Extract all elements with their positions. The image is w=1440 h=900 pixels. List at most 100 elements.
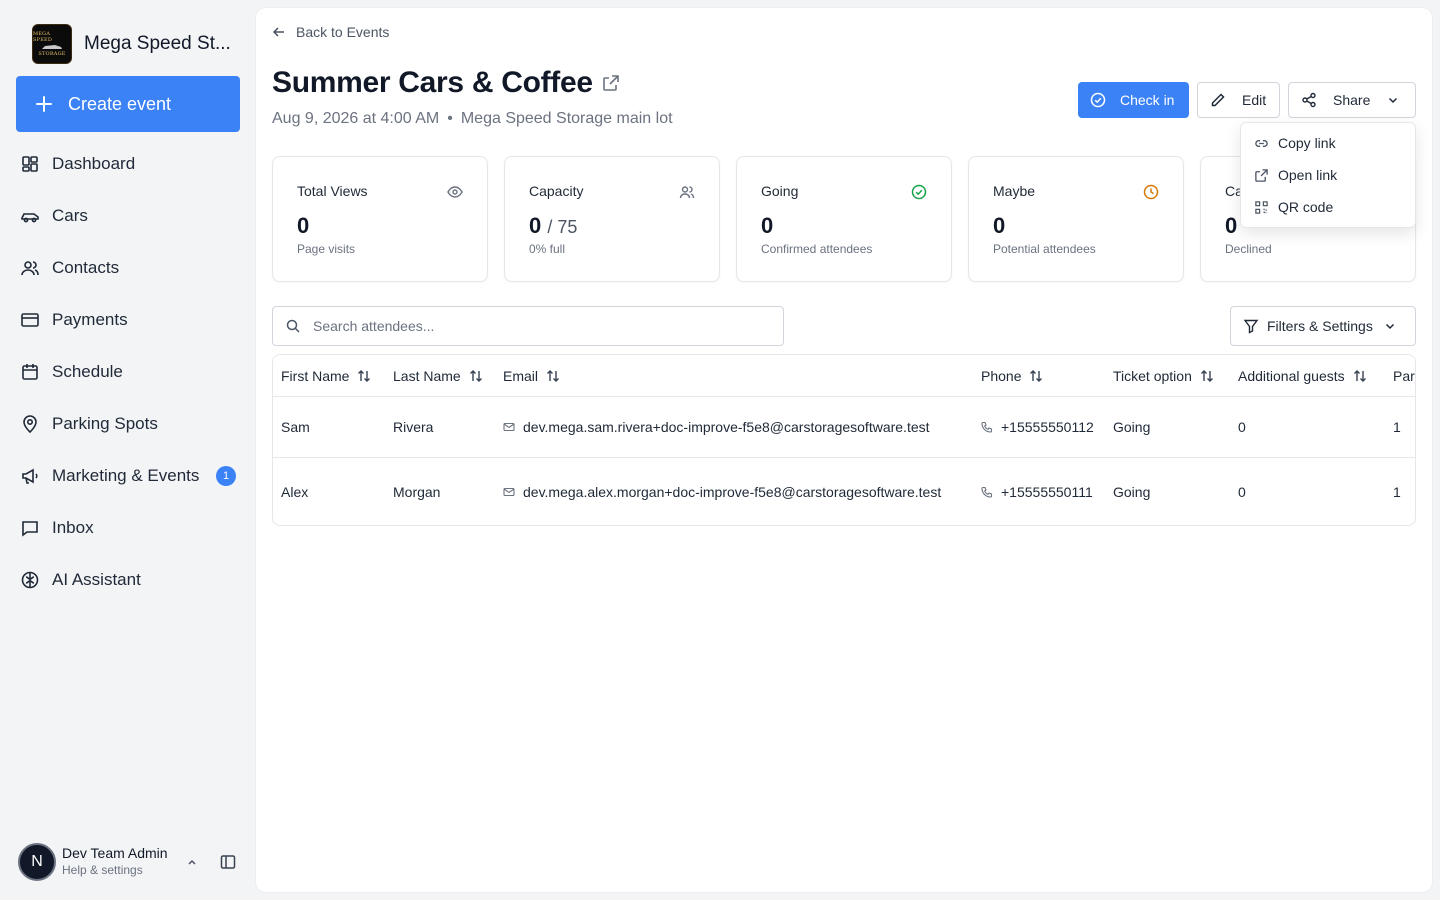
menu-item-open-link[interactable]: Open link: [1241, 159, 1415, 191]
chevron-down-icon: [1389, 97, 1398, 104]
main-content: Back to Events Summer Cars & Coffee Aug …: [256, 8, 1432, 892]
sidebar-item-schedule[interactable]: Schedule: [16, 346, 240, 398]
cell-email: dev.mega.alex.morgan+doc-improve-f5e8@ca…: [503, 458, 941, 525]
table-row[interactable]: Sam Rivera dev.mega.sam.rivera+doc-impro…: [273, 397, 1415, 458]
sidebar-item-parking-spots[interactable]: Parking Spots: [16, 398, 240, 450]
sidebar: MEGA SPEED STORAGE Mega Speed St... Crea…: [0, 0, 256, 900]
sidebar-toggle-icon[interactable]: [220, 854, 236, 870]
stat-label: Maybe: [993, 183, 1036, 199]
brand-logo: MEGA SPEED STORAGE: [32, 24, 72, 64]
notification-badge: 1: [216, 466, 236, 486]
sidebar-item-payments[interactable]: Payments: [16, 294, 240, 346]
external-link-icon[interactable]: [601, 73, 621, 93]
column-header-ticket-option[interactable]: Ticket option: [1113, 355, 1214, 396]
sidebar-item-label: Marketing & Events: [52, 466, 200, 485]
menu-item-qr-code[interactable]: QR code: [1241, 191, 1415, 223]
sort-icon: [469, 369, 482, 382]
sidebar-item-dashboard[interactable]: Dashboard: [16, 138, 240, 190]
search-icon: [286, 319, 300, 333]
user-menu[interactable]: N Dev Team Admin Help & settings: [18, 842, 240, 882]
cell-additional-guests: 0: [1238, 484, 1246, 500]
brand[interactable]: MEGA SPEED STORAGE Mega Speed St...: [32, 24, 231, 64]
table-row[interactable]: Alex Morgan dev.mega.alex.morgan+doc-imp…: [273, 458, 1415, 525]
phone-value[interactable]: +15555550112: [1001, 419, 1094, 435]
check-in-label: Check in: [1120, 92, 1175, 108]
email-value[interactable]: dev.mega.alex.morgan+doc-improve-f5e8@ca…: [523, 484, 941, 500]
stat-card-maybe: Maybe 0 Potential attendees: [968, 156, 1184, 282]
external-link-icon: [1255, 168, 1268, 182]
share-label: Share: [1333, 92, 1371, 108]
clock-icon: [1143, 184, 1159, 200]
column-label: Ticket option: [1113, 367, 1192, 384]
back-to-events-link[interactable]: Back to Events: [272, 24, 389, 40]
stat-card-going: Going 0 Confirmed attendees: [736, 156, 952, 282]
create-event-button[interactable]: Create event: [16, 76, 240, 132]
edit-button[interactable]: Edit: [1197, 82, 1280, 118]
link-icon: [1255, 139, 1268, 147]
logo-car-icon: [42, 45, 62, 49]
share-icon: [1302, 92, 1316, 108]
megaphone-icon: [22, 468, 38, 484]
column-header-email[interactable]: Email: [503, 355, 560, 396]
page-title-row: Summer Cars & Coffee: [272, 66, 621, 100]
stat-card-capacity: Capacity 0 / 75 0% full: [504, 156, 720, 282]
sidebar-item-inbox[interactable]: Inbox: [16, 502, 240, 554]
menu-item-label: Copy link: [1278, 135, 1336, 151]
column-label: Last Name: [393, 367, 461, 384]
search-input[interactable]: [313, 318, 753, 334]
cell-last-name: Rivera: [393, 419, 434, 435]
column-header-party[interactable]: Par: [1393, 355, 1415, 396]
plus-icon: [36, 96, 52, 112]
create-event-label: Create event: [68, 93, 172, 114]
sort-icon: [1030, 369, 1043, 382]
eye-icon: [447, 186, 463, 198]
cell-ticket-option: Going: [1113, 419, 1151, 435]
search-box: [272, 306, 784, 346]
stat-value: 0 / 75: [529, 213, 577, 239]
user-subtitle: Help & settings: [62, 863, 143, 877]
email-value[interactable]: dev.mega.sam.rivera+doc-improve-f5e8@car…: [523, 419, 930, 435]
column-header-additional-guests[interactable]: Additional guests: [1238, 355, 1367, 396]
credit-card-icon: [21, 313, 39, 327]
column-header-last-name[interactable]: Last Name: [393, 355, 483, 396]
mail-icon: [503, 487, 515, 497]
stat-value: 0: [1225, 213, 1238, 238]
check-in-button[interactable]: Check in: [1078, 82, 1189, 118]
stat-subtext: Declined: [1225, 242, 1272, 256]
dashboard-icon: [22, 156, 38, 172]
menu-item-label: Open link: [1278, 167, 1338, 183]
phone-value[interactable]: +15555550111: [1001, 484, 1093, 500]
cell-first-name: Alex: [281, 484, 309, 500]
sidebar-item-label: Dashboard: [52, 154, 136, 173]
sort-icon: [547, 369, 560, 382]
column-label: Par: [1393, 367, 1415, 384]
page-title: Summer Cars & Coffee: [272, 66, 593, 99]
cell-party: 1: [1393, 419, 1401, 435]
mail-icon: [503, 422, 515, 432]
filters-settings-button[interactable]: Filters & Settings: [1230, 306, 1416, 346]
chevron-up-icon: [188, 859, 196, 865]
sidebar-item-cars[interactable]: Cars: [16, 190, 240, 242]
cell-phone: +15555550112: [981, 397, 1094, 457]
sidebar-item-label: Cars: [52, 206, 88, 225]
avatar: N: [18, 843, 56, 881]
sidebar-item-marketing-events[interactable]: Marketing & Events 1: [16, 450, 240, 502]
capacity-total: / 75: [547, 217, 578, 237]
contacts-icon: [21, 261, 39, 276]
sidebar-item-label: Parking Spots: [52, 414, 158, 433]
sidebar-nav: Dashboard Cars Contacts Payments Schedul…: [16, 138, 240, 606]
stat-value: 0: [993, 213, 1006, 238]
sidebar-item-ai-assistant[interactable]: AI Assistant: [16, 554, 240, 606]
menu-item-copy-link[interactable]: Copy link: [1241, 127, 1415, 159]
filter-icon: [1243, 319, 1259, 334]
column-header-first-name[interactable]: First Name: [281, 355, 371, 396]
logo-text-bottom: STORAGE: [38, 51, 66, 57]
qr-code-icon: [1255, 200, 1268, 214]
check-circle-icon: [911, 184, 927, 200]
column-header-phone[interactable]: Phone: [981, 355, 1043, 396]
sidebar-item-contacts[interactable]: Contacts: [16, 242, 240, 294]
cell-first-name: Sam: [281, 419, 310, 435]
capacity-current: 0: [529, 213, 542, 238]
share-button[interactable]: Share: [1288, 82, 1416, 118]
sort-icon: [1200, 369, 1213, 382]
